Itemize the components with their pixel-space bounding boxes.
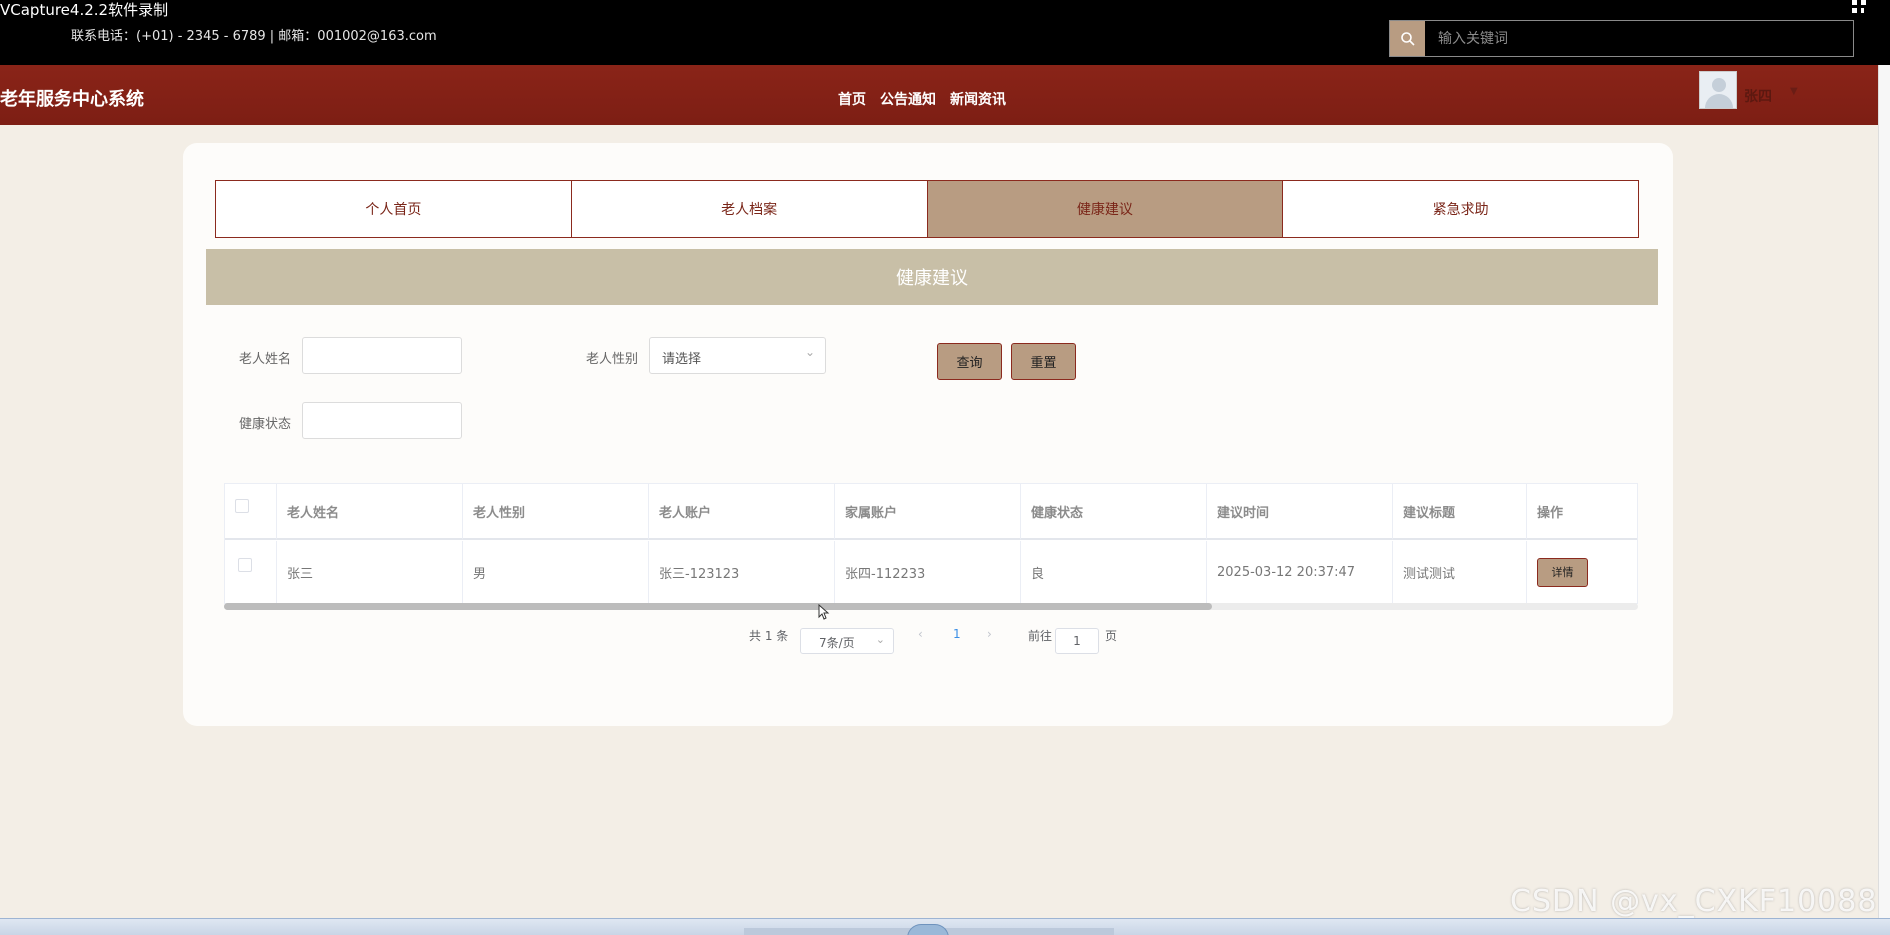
name-filter-label: 老人姓名 — [239, 352, 292, 367]
table-scrollbar[interactable] — [224, 603, 1638, 610]
username[interactable]: 张四 — [1744, 86, 1772, 106]
header-family-account: 家属账户 — [835, 484, 1021, 540]
header-elder-name: 老人姓名 — [277, 484, 463, 540]
search-icon[interactable] — [1390, 21, 1425, 56]
page-scrollbar[interactable] — [1878, 65, 1890, 935]
gender-filter-label: 老人性别 — [586, 352, 639, 367]
reset-button[interactable]: 重置 — [1011, 343, 1076, 380]
nav-news[interactable]: 新闻资讯 — [950, 89, 1006, 109]
recorder-title: VCapture4.2.2软件录制 — [0, 1, 169, 19]
header-actions: 操作 — [1527, 484, 1637, 540]
cell-health-status: 良 — [1021, 541, 1207, 603]
table-scrollbar-thumb[interactable] — [224, 603, 1212, 610]
content-card: 个人首页 老人档案 健康建议 紧急求助 健康建议 老人姓名 老人性别 请选择 ⌄… — [183, 143, 1673, 726]
tab-elder-records[interactable]: 老人档案 — [570, 180, 928, 238]
detail-button[interactable]: 详情 — [1537, 557, 1588, 587]
cell-elder-name: 张三 — [277, 541, 463, 603]
taskbar — [0, 918, 1890, 935]
query-button[interactable]: 查询 — [937, 343, 1002, 380]
top-bar: VCapture4.2.2软件录制 联系电话：(+01) - 2345 - 67… — [0, 0, 1890, 65]
search-box — [1389, 20, 1854, 57]
tab-emergency-help[interactable]: 紧急求助 — [1282, 180, 1639, 238]
tab-health-advice[interactable]: 健康建议 — [926, 180, 1284, 238]
site-title: 老年服务中心系统 — [0, 89, 144, 110]
health-filter-input[interactable] — [302, 402, 462, 439]
gender-filter-select[interactable]: 请选择 ⌄ — [649, 337, 826, 374]
goto-page-input[interactable]: 1 — [1055, 628, 1099, 654]
avatar[interactable] — [1699, 71, 1737, 109]
cell-actions: 详情 — [1527, 541, 1637, 603]
row-checkbox[interactable] — [238, 558, 252, 572]
cell-family-account: 张四-112233 — [835, 541, 1021, 603]
prev-page-icon[interactable]: ‹ — [918, 627, 923, 641]
header-elder-gender: 老人性别 — [463, 484, 649, 540]
name-filter-input[interactable] — [302, 337, 462, 374]
nav-home[interactable]: 首页 — [838, 89, 866, 109]
goto-label: 前往 — [1028, 629, 1053, 643]
search-input[interactable] — [1426, 21, 1853, 56]
gender-select-value: 请选择 — [662, 352, 702, 367]
page-suffix: 页 — [1105, 629, 1118, 643]
cell-elder-account: 张三-123123 — [649, 541, 835, 603]
nav-notices[interactable]: 公告通知 — [880, 89, 936, 109]
cell-advice-title: 测试测试 — [1393, 541, 1527, 603]
nav-links: 首页 公告通知 新闻资讯 — [838, 89, 1006, 109]
main-navbar: 老年服务中心系统 首页 公告通知 新闻资讯 张四 ▼ — [0, 65, 1878, 125]
header-health-status: 健康状态 — [1021, 484, 1207, 540]
header-advice-time: 建议时间 — [1207, 484, 1393, 540]
chevron-down-icon: ⌄ — [875, 633, 885, 646]
cell-advice-time: 2025-03-12 20:37:47 — [1207, 541, 1393, 603]
data-table: 老人姓名 老人性别 老人账户 家属账户 健康状态 建议时间 建议标题 操作 张三… — [224, 483, 1638, 604]
page-number-current[interactable]: 1 — [953, 627, 961, 641]
watermark: CSDN @vx_CXKF10088 — [1510, 884, 1878, 919]
contact-info: 联系电话：(+01) - 2345 - 6789 | 邮箱：001002@163… — [71, 29, 437, 44]
chevron-down-icon: ⌄ — [804, 345, 815, 359]
header-advice-title: 建议标题 — [1393, 484, 1527, 540]
row-select-cell — [225, 541, 277, 603]
header-elder-account: 老人账户 — [649, 484, 835, 540]
page-size-select[interactable]: 7条/页 ⌄ — [800, 628, 894, 654]
select-all-cell — [225, 484, 277, 540]
tab-personal-home[interactable]: 个人首页 — [215, 180, 572, 238]
select-all-checkbox[interactable] — [235, 499, 249, 513]
pagination-total: 共 1 条 — [749, 629, 789, 643]
start-orb-icon[interactable] — [907, 924, 949, 935]
next-page-icon[interactable]: › — [987, 627, 992, 641]
mouse-cursor-icon — [818, 604, 830, 620]
page-size-value: 7条/页 — [819, 636, 855, 650]
section-title: 健康建议 — [206, 249, 1658, 305]
cell-elder-gender: 男 — [463, 541, 649, 603]
health-filter-label: 健康状态 — [239, 417, 292, 432]
tab-bar: 个人首页 老人档案 健康建议 紧急求助 — [215, 180, 1639, 238]
window-corner-icon — [1852, 0, 1868, 14]
chevron-down-icon[interactable]: ▼ — [1790, 86, 1798, 97]
